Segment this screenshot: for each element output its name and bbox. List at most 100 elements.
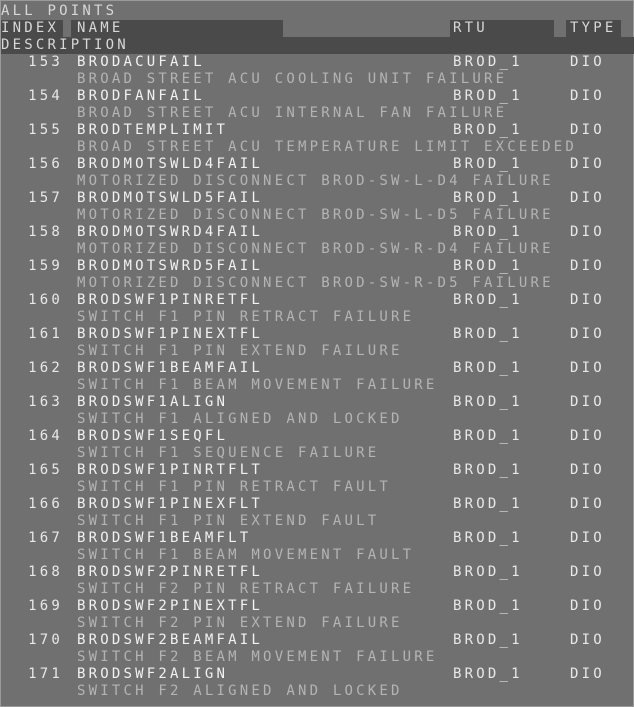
point-description: SWITCH F2 ALIGNED AND LOCKED (77, 683, 403, 699)
point-name: BRODSWF1PINRETFL (77, 292, 264, 308)
point-description: SWITCH F1 PIN RETRACT FAULT (77, 479, 391, 495)
column-header-index[interactable]: INDEX (1, 20, 59, 37)
table-row[interactable]: 168 BRODSWF2PINRETFL BROD_1 DIO SWITCH F… (1, 564, 634, 598)
point-name: BRODFANFAIL (77, 88, 205, 104)
point-rtu: BROD_1 (453, 156, 523, 172)
point-rtu: BROD_1 (453, 564, 523, 580)
point-name: BRODMOTSWLD5FAIL (77, 190, 264, 206)
point-name: BRODSWF1PINEXTFL (77, 326, 264, 342)
table-row[interactable]: 163 BRODSWF1ALIGN BROD_1 DIO SWITCH F1 A… (1, 394, 634, 428)
point-rtu: BROD_1 (453, 394, 523, 410)
point-description: SWITCH F2 BEAM MOVEMENT FAILURE (77, 649, 438, 665)
point-description: SWITCH F1 SEQUENCE FAILURE (77, 445, 380, 461)
table-row[interactable]: 161 BRODSWF1PINEXTFL BROD_1 DIO SWITCH F… (1, 326, 634, 360)
column-header-row: INDEX NAME RTU TYPE (1, 20, 634, 37)
point-description: SWITCH F1 PIN EXTEND FAULT (77, 513, 380, 529)
point-type: DIO (570, 496, 605, 512)
point-index: 162 (28, 360, 63, 376)
point-name: BRODSWF1BEAMFLT (77, 530, 252, 546)
point-type: DIO (570, 394, 605, 410)
point-description: SWITCH F1 PIN RETRACT FAILURE (77, 309, 415, 325)
point-index: 163 (28, 394, 63, 410)
point-rtu: BROD_1 (453, 530, 523, 546)
point-index: 154 (28, 88, 63, 104)
point-rtu: BROD_1 (453, 88, 523, 104)
table-row[interactable]: 167 BRODSWF1BEAMFLT BROD_1 DIO SWITCH F1… (1, 530, 634, 564)
point-name: BRODSWF2ALIGN (77, 666, 229, 682)
point-description: BROAD STREET ACU INTERNAL FAN FAILURE (77, 105, 508, 121)
point-type: DIO (570, 224, 605, 240)
column-header-description[interactable]: DESCRIPTION (1, 37, 129, 54)
point-rtu: BROD_1 (453, 666, 523, 682)
point-index: 165 (28, 462, 63, 478)
point-name: BRODSWF1BEAMFAIL (77, 360, 264, 376)
point-type: DIO (570, 564, 605, 580)
point-rtu: BROD_1 (453, 496, 523, 512)
point-index: 159 (28, 258, 63, 274)
point-rtu: BROD_1 (453, 598, 523, 614)
point-type: DIO (570, 122, 605, 138)
point-description: SWITCH F1 PIN EXTEND FAILURE (77, 343, 403, 359)
table-row[interactable]: 162 BRODSWF1BEAMFAIL BROD_1 DIO SWITCH F… (1, 360, 634, 394)
point-type: DIO (570, 88, 605, 104)
point-name: BRODSWF1SEQFL (77, 428, 229, 444)
point-rtu: BROD_1 (453, 258, 523, 274)
column-header-type[interactable]: TYPE (570, 20, 617, 37)
point-description: BROAD STREET ACU TEMPERATURE LIMIT EXCEE… (77, 139, 578, 155)
point-rtu: BROD_1 (453, 326, 523, 342)
table-row[interactable]: 154 BRODFANFAIL BROD_1 DIO BROAD STREET … (1, 88, 634, 122)
point-index: 155 (28, 122, 63, 138)
point-rtu: BROD_1 (453, 224, 523, 240)
point-name: BRODSWF1ALIGN (77, 394, 229, 410)
table-row[interactable]: 158 BRODMOTSWRD4FAIL BROD_1 DIO MOTORIZE… (1, 224, 634, 258)
table-row[interactable]: 156 BRODMOTSWLD4FAIL BROD_1 DIO MOTORIZE… (1, 156, 634, 190)
column-header-name[interactable]: NAME (77, 20, 124, 37)
point-name: BRODSWF2PINRETFL (77, 564, 264, 580)
point-rtu: BROD_1 (453, 428, 523, 444)
point-type: DIO (570, 292, 605, 308)
point-type: DIO (570, 258, 605, 274)
point-rtu: BROD_1 (453, 632, 523, 648)
table-row[interactable]: 153 BRODACUFAIL BROD_1 DIO BROAD STREET … (1, 54, 634, 88)
table-row[interactable]: 157 BRODMOTSWLD5FAIL BROD_1 DIO MOTORIZE… (1, 190, 634, 224)
point-type: DIO (570, 360, 605, 376)
point-name: BRODMOTSWLD4FAIL (77, 156, 264, 172)
point-index: 160 (28, 292, 63, 308)
column-header-rtu[interactable]: RTU (453, 20, 488, 37)
point-description: MOTORIZED DISCONNECT BROD-SW-R-D4 FAILUR… (77, 241, 554, 257)
table-row[interactable]: 159 BRODMOTSWRD5FAIL BROD_1 DIO MOTORIZE… (1, 258, 634, 292)
table-row[interactable]: 164 BRODSWF1SEQFL BROD_1 DIO SWITCH F1 S… (1, 428, 634, 462)
points-table: 153 BRODACUFAIL BROD_1 DIO BROAD STREET … (1, 54, 634, 700)
point-name: BRODMOTSWRD4FAIL (77, 224, 264, 240)
point-name: BRODMOTSWRD5FAIL (77, 258, 264, 274)
point-description: SWITCH F1 BEAM MOVEMENT FAULT (77, 547, 415, 563)
point-index: 171 (28, 666, 63, 682)
point-name: BRODACUFAIL (77, 54, 205, 70)
point-index: 161 (28, 326, 63, 342)
point-description: SWITCH F2 PIN RETRACT FAILURE (77, 581, 415, 597)
point-name: BRODSWF2PINEXTFL (77, 598, 264, 614)
point-description: BROAD STREET ACU COOLING UNIT FAILURE (77, 71, 508, 87)
point-index: 167 (28, 530, 63, 546)
table-row[interactable]: 166 BRODSWF1PINEXFLT BROD_1 DIO SWITCH F… (1, 496, 634, 530)
point-type: DIO (570, 428, 605, 444)
point-index: 168 (28, 564, 63, 580)
point-index: 153 (28, 54, 63, 70)
table-row[interactable]: 169 BRODSWF2PINEXTFL BROD_1 DIO SWITCH F… (1, 598, 634, 632)
point-type: DIO (570, 190, 605, 206)
table-row[interactable]: 160 BRODSWF1PINRETFL BROD_1 DIO SWITCH F… (1, 292, 634, 326)
table-row[interactable]: 170 BRODSWF2BEAMFAIL BROD_1 DIO SWITCH F… (1, 632, 634, 666)
point-index: 158 (28, 224, 63, 240)
table-row[interactable]: 171 BRODSWF2ALIGN BROD_1 DIO SWITCH F2 A… (1, 666, 634, 700)
table-row[interactable]: 165 BRODSWF1PINRTFLT BROD_1 DIO SWITCH F… (1, 462, 634, 496)
point-rtu: BROD_1 (453, 462, 523, 478)
point-type: DIO (570, 462, 605, 478)
point-rtu: BROD_1 (453, 360, 523, 376)
point-index: 170 (28, 632, 63, 648)
point-index: 156 (28, 156, 63, 172)
point-type: DIO (570, 598, 605, 614)
point-list-window: ALL POINTS INDEX NAME RTU TYPE DESCRIPTI… (0, 0, 634, 707)
point-rtu: BROD_1 (453, 190, 523, 206)
table-row[interactable]: 155 BRODTEMPLIMIT BROD_1 DIO BROAD STREE… (1, 122, 634, 156)
point-description: SWITCH F2 PIN EXTEND FAILURE (77, 615, 403, 631)
